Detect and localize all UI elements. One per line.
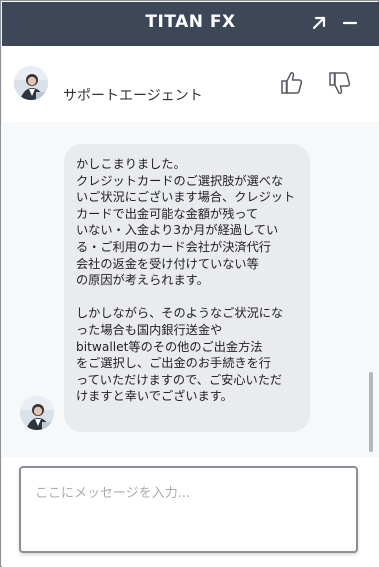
arrow-up-right-icon[interactable]	[309, 13, 329, 33]
chat-window: TITAN FX サポートエージェント かしこまりました。 クレジットカードのご…	[0, 0, 379, 567]
agent-name: サポートエージェント	[63, 88, 203, 104]
message-list[interactable]: かしこまりました。 クレジットカードのご選択肢が選べな いご状況にございます場合…	[2, 122, 379, 457]
agent-avatar	[20, 396, 54, 430]
thumbs-down-icon[interactable]	[328, 70, 352, 96]
message-scrollbar[interactable]	[369, 372, 373, 452]
message-line: る・ご利用のカード会社が決済代行	[76, 239, 271, 254]
agent-avatar	[14, 66, 48, 100]
message-line: 会社の返金を受け付けていない等	[76, 256, 259, 271]
composer	[2, 457, 379, 567]
thumbs-up-icon[interactable]	[280, 70, 304, 96]
message-line: カードで出金可能な金額が残って	[76, 206, 259, 221]
message-line: クレジットカードのご選択肢が選べな	[76, 173, 284, 188]
message-line: いない・入金より3か月が経過してい	[76, 223, 279, 238]
title-bar: TITAN FX	[2, 2, 379, 46]
message-line: かしこまりました。	[76, 157, 186, 171]
message-line: しかしながら、そのようなご状況にな	[76, 306, 284, 321]
message-input[interactable]	[21, 468, 356, 551]
agent-message-bubble: かしこまりました。 クレジットカードのご選択肢が選べな いご状況にございます場合…	[64, 144, 310, 432]
message-line: いご状況にございます場合、クレジット	[76, 190, 296, 205]
message-line: bitwallet等のその他のご出金方法	[76, 339, 263, 354]
agent-header: サポートエージェント	[2, 46, 379, 122]
minimize-icon[interactable]	[340, 13, 360, 33]
message-input-box	[19, 466, 358, 553]
message-line: の原因が考えられます。	[76, 273, 209, 288]
message-line: をご選択し、ご出金のお手続きを行	[76, 356, 271, 371]
message-line: っていただけますので、ご安心いただ	[76, 372, 283, 387]
message-line: った場合も国内銀行送金や	[76, 322, 223, 337]
message-line: けますと幸いでございます。	[76, 389, 233, 404]
